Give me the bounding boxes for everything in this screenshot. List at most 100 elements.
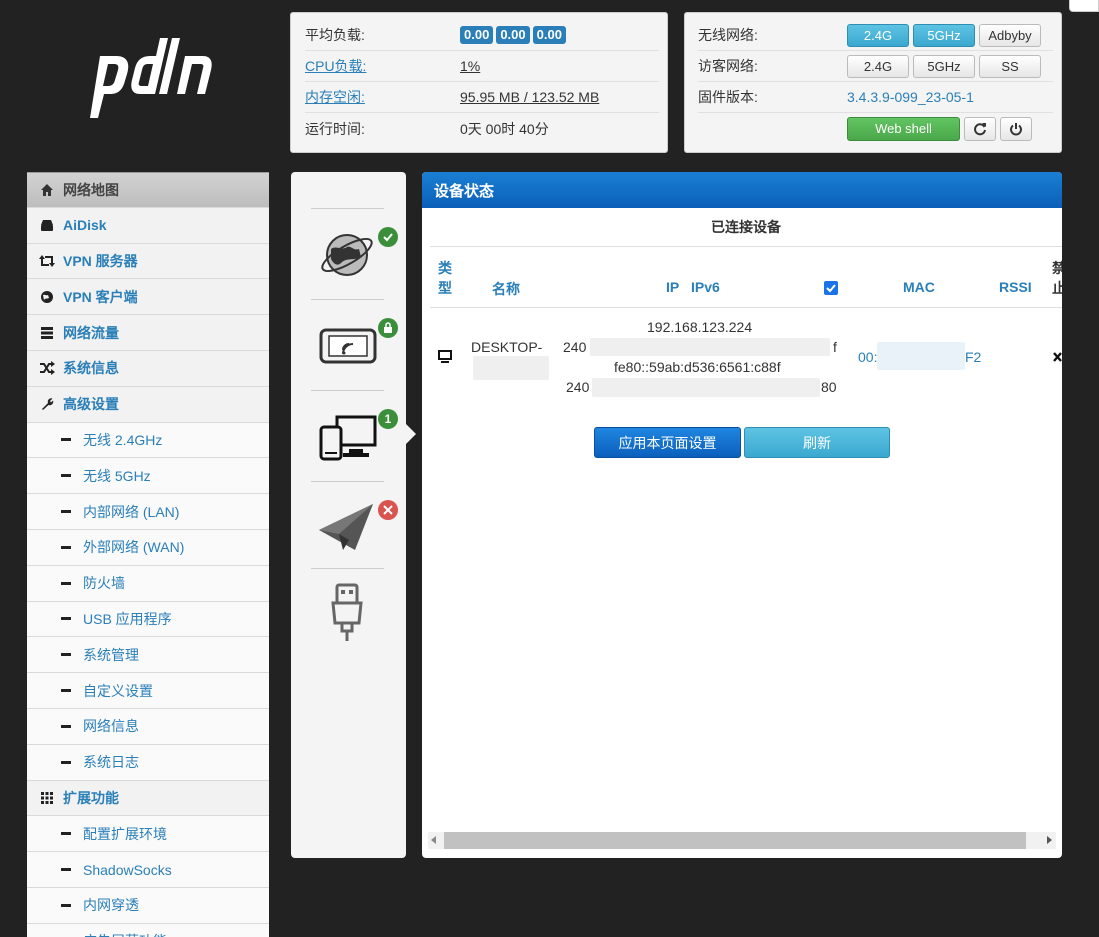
reboot-button[interactable] — [964, 116, 996, 141]
clients-status-cell[interactable]: 1 — [311, 390, 398, 481]
sidebar-subitem[interactable]: 网络信息 — [27, 708, 269, 745]
sidebar-item-label: 外部网络 (WAN) — [83, 539, 185, 556]
wireless-status-cell[interactable] — [311, 299, 398, 390]
cpu-load-link[interactable]: CPU负载: — [305, 56, 460, 76]
scroll-left-icon[interactable] — [431, 836, 436, 844]
sidebar-subitem[interactable]: 内网穿透 — [27, 887, 269, 924]
col-ipv6-header[interactable]: IPv6 — [691, 279, 720, 295]
guest-5g-button[interactable]: 5GHz — [913, 54, 975, 78]
refresh-button[interactable]: 刷新 — [744, 427, 890, 458]
wan-error-icon — [378, 500, 398, 520]
connected-devices-title: 已连接设备 — [430, 208, 1062, 247]
sidebar-subitem[interactable]: 防火墙 — [27, 565, 269, 602]
adbyby-button[interactable]: Adbyby — [979, 23, 1041, 47]
ipv6-1-redacted — [590, 338, 830, 356]
minus-icon — [61, 617, 71, 621]
sidebar-item-label: 网络地图 — [63, 181, 119, 198]
sidebar-subitem[interactable]: 系统管理 — [27, 637, 269, 674]
cpu-row: CPU负载: 1% — [305, 51, 659, 82]
wireless-router-icon — [319, 328, 377, 364]
globe-icon — [39, 289, 55, 305]
sidebar-item-label: 网络流量 — [63, 324, 119, 341]
device-ipv6-3-suffix: 80 — [821, 379, 837, 395]
firmware-version-link[interactable]: 3.4.3.9-099_23-05-1 — [847, 89, 974, 105]
power-button[interactable] — [1000, 116, 1032, 141]
sidebar-item-label: 高级设置 — [63, 396, 119, 413]
network-status-panel: 无线网络: 2.4G 5GHz Adbyby 访客网络: 2.4G 5GHz S… — [684, 12, 1062, 153]
show-ipv6-checkbox[interactable] — [824, 281, 838, 295]
col-block-header[interactable]: 禁 止 — [1052, 258, 1062, 298]
device-mac-prefix[interactable]: 00: — [858, 349, 877, 365]
sidebar-item[interactable]: 高级设置 — [27, 386, 269, 423]
col-mac-header[interactable]: MAC — [903, 279, 935, 295]
wireless-2g-button[interactable]: 2.4G — [847, 23, 909, 47]
col-ip-header[interactable]: IP — [666, 279, 679, 295]
sidebar-subitem[interactable]: 无线 2.4GHz — [27, 422, 269, 459]
minus-icon — [61, 510, 71, 514]
guest-row: 访客网络: 2.4G 5GHz SS — [698, 51, 1053, 82]
load-label: 平均负载: — [305, 27, 365, 43]
sidebar-subitem[interactable]: 内部网络 (LAN) — [27, 494, 269, 530]
sidebar-item-label: 内网穿透 — [83, 897, 139, 914]
usb-status-cell[interactable] — [311, 568, 384, 658]
system-status-panel: 平均负载: 0.00 0.00 0.00 CPU负载: 1% 内存空闲: 95.… — [290, 12, 668, 153]
load-5min-badge: 0.00 — [496, 26, 530, 44]
sidebar-subitem[interactable]: 无线 5GHz — [27, 458, 269, 495]
web-shell-button[interactable]: Web shell — [847, 116, 960, 141]
col-rssi-header[interactable]: RSSI — [999, 279, 1032, 295]
ss-button[interactable]: SS — [979, 54, 1041, 78]
sidebar-item[interactable]: VPN 客户端 — [27, 279, 269, 316]
load-15min-badge: 0.00 — [532, 26, 566, 44]
sidebar-item-label: 网络信息 — [83, 718, 139, 735]
sidebar-item-label: 系统管理 — [83, 646, 139, 663]
sidebar-subitem[interactable]: ShadowSocks — [27, 852, 269, 888]
sidebar-subitem[interactable]: USB 应用程序 — [27, 601, 269, 638]
load-values: 0.00 0.00 0.00 — [460, 26, 566, 44]
sidebar-item-label: 广告屏蔽功能 — [83, 931, 167, 937]
scrollbar-thumb[interactable] — [444, 832, 1026, 849]
hdd-icon — [39, 217, 55, 233]
sidebar-item[interactable]: AiDisk — [27, 207, 269, 244]
sidebar-item[interactable]: 网络地图 — [27, 172, 269, 208]
usb-icon — [331, 583, 363, 641]
sidebar-item[interactable]: 网络流量 — [27, 315, 269, 351]
sidebar-item-label: 自定义设置 — [83, 682, 153, 699]
cpu-load-value: 1% — [460, 58, 481, 74]
sidebar-subitem[interactable]: 自定义设置 — [27, 673, 269, 709]
guest-2g-button[interactable]: 2.4G — [847, 54, 909, 78]
col-name-header[interactable]: 名称 — [492, 279, 520, 299]
device-name: DESKTOP- — [471, 339, 543, 355]
wireless-5g-button[interactable]: 5GHz — [913, 23, 975, 47]
device-mac-suffix[interactable]: F2 — [965, 349, 981, 365]
sidebar-item[interactable]: VPN 服务器 — [27, 243, 269, 280]
internet-status-cell[interactable] — [311, 208, 398, 299]
check-icon — [826, 284, 836, 293]
memory-free-link[interactable]: 内存空闲: — [305, 87, 460, 107]
memory-free-value: 95.95 MB / 123.52 MB — [460, 89, 600, 105]
minus-icon — [61, 832, 71, 836]
sidebar-item[interactable]: 系统信息 — [27, 350, 269, 387]
sidebar-subitem[interactable]: 广告屏蔽功能 — [27, 923, 269, 937]
minus-icon — [61, 724, 71, 728]
sidebar-subitem[interactable]: 系统日志 — [27, 744, 269, 781]
uptime-label: 运行时间: — [305, 120, 365, 137]
sidebar-subitem[interactable]: 配置扩展环境 — [27, 816, 269, 853]
col-type-header[interactable]: 类 型 — [438, 258, 454, 298]
sidebar-item-label: 内部网络 (LAN) — [83, 503, 180, 520]
paper-plane-icon — [319, 504, 373, 550]
wireless-row: 无线网络: 2.4G 5GHz Adbyby — [698, 20, 1053, 51]
sidebar-item-label: 配置扩展环境 — [83, 825, 167, 842]
block-icon[interactable] — [1053, 351, 1062, 363]
wan-status-cell[interactable] — [311, 481, 398, 568]
minus-icon — [61, 545, 71, 549]
apply-settings-button[interactable]: 应用本页面设置 — [594, 427, 741, 458]
sidebar-item-label: 系统日志 — [83, 754, 139, 771]
sidebar-item[interactable]: 扩展功能 — [27, 780, 269, 817]
device-ipv4: 192.168.123.224 — [647, 319, 753, 335]
mac-redacted — [877, 342, 965, 370]
sidebar-item-label: 系统信息 — [63, 360, 119, 377]
scroll-right-icon[interactable] — [1047, 836, 1052, 844]
server-icon — [39, 325, 55, 341]
horizontal-scrollbar[interactable] — [428, 832, 1056, 849]
sidebar-subitem[interactable]: 外部网络 (WAN) — [27, 529, 269, 566]
